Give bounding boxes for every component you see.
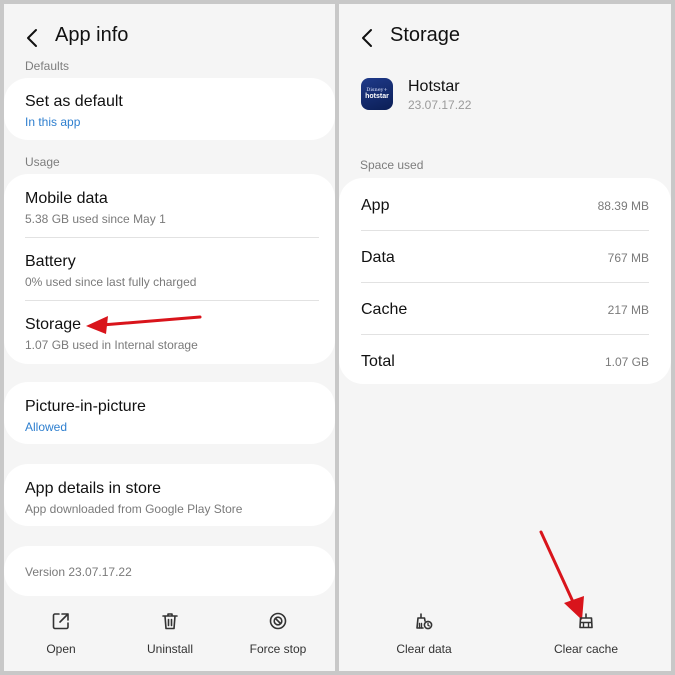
hotstar-app-icon: Disney+ hotstar	[361, 78, 393, 110]
space-used-card: App 88.39 MB Data 767 MB Cache 217 MB To…	[339, 178, 671, 384]
storage-header: Storage	[339, 20, 671, 56]
page-title: Storage	[390, 24, 461, 46]
storage-row-data: Data 767 MB	[361, 249, 649, 269]
uninstall-button[interactable]: Uninstall	[120, 611, 220, 656]
clear-data-label: Clear data	[396, 642, 452, 656]
picture-in-picture-item[interactable]: Picture-in-picture Allowed	[25, 398, 319, 434]
storage-row-value: 217 MB	[607, 303, 649, 317]
open-external-icon	[52, 613, 69, 630]
app-name: Hotstar	[408, 78, 460, 95]
storage-row-label: Total	[361, 353, 395, 370]
storage-subtitle: 1.07 GB used in Internal storage	[25, 338, 198, 352]
section-label-usage: Usage	[25, 155, 60, 169]
divider	[361, 282, 649, 283]
clear-cache-icon	[579, 613, 593, 629]
storage-row-cache: Cache 217 MB	[361, 301, 649, 321]
battery-item[interactable]: Battery 0% used since last fully charged	[25, 253, 319, 289]
app-version: 23.07.17.22	[408, 98, 472, 112]
force-stop-label: Force stop	[249, 642, 307, 656]
storage-row-label: Cache	[361, 301, 408, 318]
divider	[25, 237, 319, 238]
storage-row-label: App	[361, 197, 390, 214]
app-icon-text-line2: hotstar	[365, 93, 389, 100]
storage-row-value: 88.39 MB	[597, 199, 649, 213]
divider	[25, 300, 319, 301]
clear-cache-label: Clear cache	[553, 642, 619, 656]
storage-row-total: Total 1.07 GB	[361, 353, 649, 373]
back-icon[interactable]	[357, 26, 379, 50]
section-label-defaults: Defaults	[25, 59, 70, 73]
set-as-default-title: Set as default	[25, 93, 123, 110]
page-title: App info	[55, 24, 129, 46]
picture-in-picture-card[interactable]: Picture-in-picture Allowed	[4, 382, 335, 444]
set-as-default-card[interactable]: Set as default In this app	[4, 78, 335, 140]
bottom-action-bar: Open Uninstall Force stop	[4, 601, 335, 671]
storage-row-app: App 88.39 MB	[361, 197, 649, 217]
picture-in-picture-subtitle: Allowed	[25, 420, 68, 434]
app-info-header: App info	[4, 20, 335, 56]
mobile-data-item[interactable]: Mobile data 5.38 GB used since May 1	[25, 190, 319, 226]
battery-subtitle: 0% used since last fully charged	[25, 275, 197, 289]
version-card: Version 23.07.17.22	[4, 546, 335, 596]
storage-row-label: Data	[361, 249, 395, 266]
app-details-title: App details in store	[25, 480, 162, 497]
app-details-card[interactable]: App details in store App downloaded from…	[4, 464, 335, 526]
clear-data-icon	[416, 613, 433, 630]
mobile-data-subtitle: 5.38 GB used since May 1	[25, 212, 166, 226]
section-label-space-used: Space used	[360, 158, 424, 172]
open-label: Open	[46, 642, 76, 656]
clear-cache-button[interactable]: Clear cache	[536, 611, 636, 656]
uninstall-label: Uninstall	[146, 642, 194, 656]
storage-row-value: 767 MB	[607, 251, 649, 265]
usage-card: Mobile data 5.38 GB used since May 1 Bat…	[4, 174, 335, 364]
set-as-default-subtitle: In this app	[25, 115, 81, 129]
trash-icon	[162, 613, 178, 630]
bottom-action-bar: Clear data Clear cache	[339, 601, 671, 671]
force-stop-icon	[269, 612, 287, 630]
clear-data-button[interactable]: Clear data	[374, 611, 474, 656]
version-text: Version 23.07.17.22	[25, 565, 132, 579]
mobile-data-title: Mobile data	[25, 190, 108, 207]
storage-screen: Storage Disney+ hotstar Hotstar 23.07.17…	[339, 4, 671, 671]
red-arrow-annotation	[86, 315, 202, 334]
divider	[361, 334, 649, 335]
battery-title: Battery	[25, 253, 76, 270]
back-icon[interactable]	[22, 26, 44, 50]
force-stop-button[interactable]: Force stop	[228, 611, 328, 656]
app-info-screen: App info Defaults Set as default In this…	[4, 4, 335, 671]
divider	[361, 230, 649, 231]
picture-in-picture-title: Picture-in-picture	[25, 398, 146, 415]
app-details-item[interactable]: App details in store App downloaded from…	[25, 480, 319, 516]
storage-row-value: 1.07 GB	[604, 355, 649, 369]
app-details-subtitle: App downloaded from Google Play Store	[25, 502, 243, 516]
set-as-default-item[interactable]: Set as default In this app	[25, 93, 319, 129]
open-button[interactable]: Open	[11, 611, 111, 656]
